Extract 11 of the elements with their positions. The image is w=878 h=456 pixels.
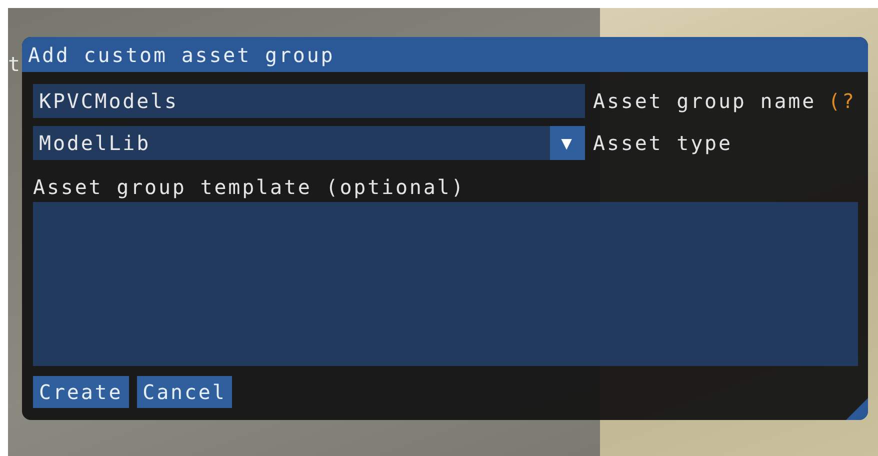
dialog-title: Add custom asset group [22, 37, 868, 72]
name-input-field[interactable]: KPVCModels [33, 84, 585, 118]
resize-grip-icon[interactable] [846, 398, 868, 420]
field-label: Asset type [593, 131, 732, 155]
create-button[interactable]: Create [33, 376, 129, 408]
background-text: t [8, 52, 20, 76]
help-marker[interactable]: (? [828, 89, 856, 113]
cancel-button[interactable]: Cancel [136, 376, 232, 408]
field-label: Asset group name [593, 89, 816, 113]
asset-type-dropdown[interactable]: ModelLib ▼ [33, 126, 585, 160]
field-label: Asset group template (optional) [33, 176, 466, 198]
